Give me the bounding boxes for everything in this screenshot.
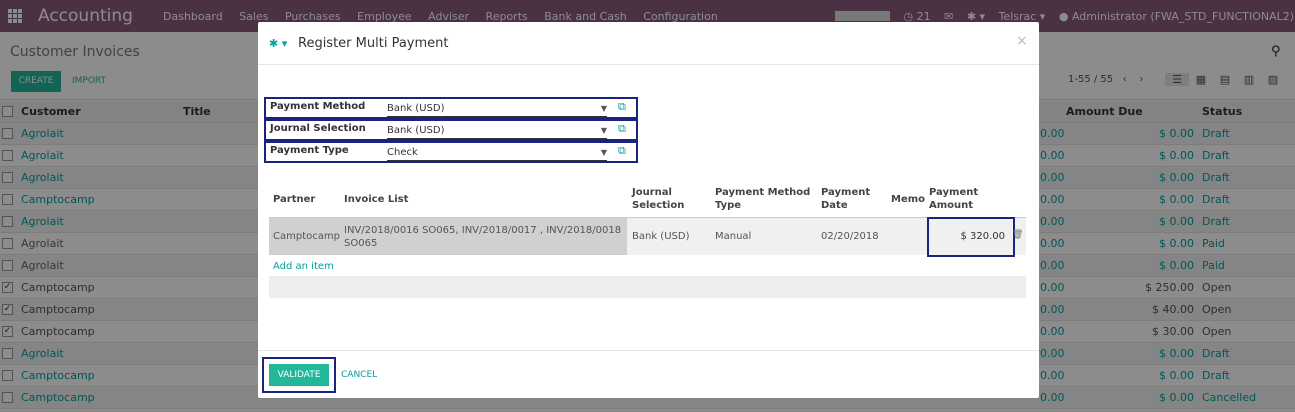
trash-icon[interactable]: 🗑 bbox=[1012, 230, 1023, 240]
journal-selection-label: Journal Selection bbox=[270, 123, 366, 134]
external-link-icon[interactable]: ⧉ bbox=[618, 144, 626, 158]
col-payment-method-type[interactable]: Payment Method Type bbox=[715, 181, 815, 217]
col-partner[interactable]: Partner bbox=[273, 181, 343, 217]
cell-journal-selection: Bank (USD) bbox=[632, 231, 690, 242]
external-link-icon[interactable]: ⧉ bbox=[618, 100, 626, 114]
chevron-down-icon: ▼ bbox=[600, 148, 607, 157]
chevron-down-icon: ▼ bbox=[600, 126, 607, 135]
payment-type-row: Payment Type Check ▼ ⧉ bbox=[264, 141, 638, 163]
col-payment-date[interactable]: Payment Date bbox=[821, 181, 881, 217]
add-item-link[interactable]: Add an item bbox=[273, 261, 334, 272]
col-journal-selection[interactable]: Journal Selection bbox=[632, 181, 710, 217]
dialog-footer-divider bbox=[258, 350, 1039, 351]
dialog-header: ✱ ▾ Register Multi Payment × bbox=[258, 22, 1039, 65]
journal-selection-select[interactable]: Bank (USD) ▼ bbox=[387, 124, 607, 139]
payment-type-select[interactable]: Check ▼ bbox=[387, 146, 607, 161]
cancel-button[interactable]: CANCEL bbox=[341, 370, 377, 380]
cell-payment-date: 02/20/2018 bbox=[821, 231, 879, 242]
dialog-title: Register Multi Payment bbox=[298, 36, 449, 51]
payment-type-value: Check bbox=[387, 147, 418, 158]
payment-method-value: Bank (USD) bbox=[387, 103, 445, 114]
payment-method-select[interactable]: Bank (USD) ▼ bbox=[387, 102, 607, 117]
payment-method-row: Payment Method Bank (USD) ▼ ⧉ bbox=[264, 97, 638, 119]
journal-selection-row: Journal Selection Bank (USD) ▼ ⧉ bbox=[264, 119, 638, 141]
journal-selection-value: Bank (USD) bbox=[387, 125, 445, 136]
col-invoice-list[interactable]: Invoice List bbox=[344, 181, 624, 217]
register-multi-payment-dialog: ✱ ▾ Register Multi Payment × Payment Met… bbox=[258, 22, 1039, 398]
external-link-icon[interactable]: ⧉ bbox=[618, 122, 626, 136]
cell-payment-method-type: Manual bbox=[715, 231, 752, 242]
cell-payment-amount[interactable]: $ 320.00 bbox=[927, 217, 1015, 257]
table-row[interactable]: Camptocamp INV/2018/0016 SO065, INV/2018… bbox=[269, 217, 1026, 257]
validate-highlight: VALIDATE bbox=[262, 357, 336, 393]
cell-memo bbox=[891, 218, 925, 255]
debug-icon[interactable]: ✱ ▾ bbox=[269, 37, 287, 50]
cell-invoice-list: INV/2018/0016 SO065, INV/2018/0017 , INV… bbox=[344, 224, 622, 249]
table-footer bbox=[269, 276, 1026, 298]
col-memo[interactable]: Memo bbox=[891, 181, 925, 217]
chevron-down-icon: ▼ bbox=[600, 104, 607, 113]
cell-partner: Camptocamp bbox=[273, 231, 340, 242]
payment-type-label: Payment Type bbox=[270, 145, 349, 156]
close-icon[interactable]: × bbox=[1016, 33, 1028, 49]
validate-button[interactable]: VALIDATE bbox=[269, 364, 329, 386]
col-payment-amount[interactable]: Payment Amount bbox=[929, 181, 999, 217]
payment-method-label: Payment Method bbox=[270, 101, 366, 112]
